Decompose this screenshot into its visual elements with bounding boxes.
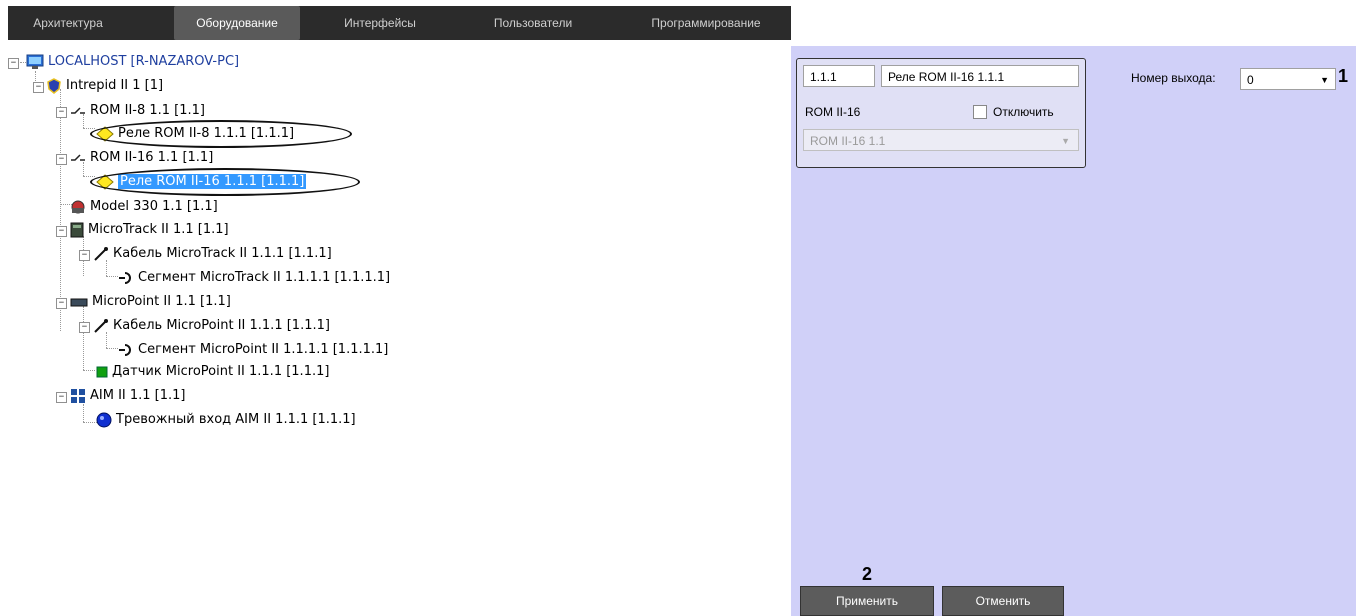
highlight-oval <box>90 168 360 196</box>
tree-node-localhost[interactable]: LOCALHOST [R-NAZAROV-PC] <box>26 52 239 72</box>
highlight-oval <box>90 120 352 148</box>
grid-module-icon <box>71 388 85 403</box>
collapse-toggle[interactable]: − <box>79 250 90 261</box>
callout-marker-2: 2 <box>862 564 873 584</box>
apply-button[interactable]: Применить <box>800 586 934 616</box>
tree-node-label: Сегмент MicroPoint II 1.1.1.1 [1.1.1.1] <box>138 342 389 357</box>
tree-node-label: Кабель MicroTrack II 1.1.1 [1.1.1] <box>113 246 332 261</box>
tree-line <box>106 276 118 277</box>
collapse-toggle[interactable]: − <box>56 392 67 403</box>
tree-line <box>83 128 95 129</box>
collapse-toggle[interactable]: − <box>79 322 90 333</box>
tree-line <box>83 422 97 423</box>
collapse-toggle[interactable]: − <box>56 107 67 118</box>
model330-icon <box>71 200 85 213</box>
tree-node-mt-segment[interactable]: Сегмент MicroTrack II 1.1.1.1 [1.1.1.1] <box>118 268 390 288</box>
tree-node-label: Тревожный вход AIM II 1.1.1 [1.1.1] <box>116 412 356 427</box>
tab-equipment[interactable]: Оборудование <box>174 6 300 40</box>
tab-programming[interactable]: Программирование <box>636 6 776 40</box>
tab-interfaces[interactable]: Интерфейсы <box>330 6 430 40</box>
collapse-toggle[interactable]: − <box>56 226 67 237</box>
collapse-toggle[interactable]: − <box>33 82 44 93</box>
tree-node-aim-input[interactable]: Тревожный вход AIM II 1.1.1 [1.1.1] <box>96 410 356 430</box>
output-number-label: Номер выхода: <box>1131 71 1216 85</box>
chevron-down-icon: ▼ <box>1061 136 1070 146</box>
tree-node-intrepid[interactable]: Intrepid II 1 [1] <box>46 76 163 96</box>
callout-marker-1: 1 <box>1338 66 1349 86</box>
tree-node-label: Датчик MicroPoint II 1.1.1 [1.1.1] <box>112 364 330 379</box>
type-label: ROM II-16 <box>805 105 861 119</box>
output-number-value: 0 <box>1247 73 1254 87</box>
tree-node-label: Model 330 1.1 [1.1] <box>90 199 218 214</box>
main-tabs: Архитектура Оборудование Интерфейсы Поль… <box>8 6 791 40</box>
tree-node-microtrack[interactable]: MicroTrack II 1.1 [1.1] <box>70 220 229 240</box>
collapse-toggle[interactable]: − <box>56 154 67 165</box>
computer-icon <box>26 54 44 69</box>
tree-line <box>83 404 84 422</box>
alarm-input-icon <box>96 412 112 427</box>
tree-node-label: LOCALHOST [R-NAZAROV-PC] <box>48 54 240 69</box>
disable-label: Отключить <box>993 105 1054 119</box>
tree-node-mt-cable[interactable]: Кабель MicroTrack II 1.1.1 [1.1.1] <box>93 244 332 264</box>
segment-icon <box>119 343 131 356</box>
tree-node-aim[interactable]: AIM II 1.1 [1.1] <box>70 386 186 406</box>
tree-node-model330[interactable]: Model 330 1.1 [1.1] <box>70 197 218 217</box>
device-box-icon <box>70 298 88 306</box>
collapse-toggle[interactable]: − <box>8 58 19 69</box>
tree-line <box>83 370 95 371</box>
chevron-down-icon: ▼ <box>1320 75 1329 85</box>
sensor-square-icon <box>96 366 108 377</box>
tab-architecture[interactable]: Архитектура <box>8 6 128 40</box>
tree-node-mp-sensor[interactable]: Датчик MicroPoint II 1.1.1 [1.1.1] <box>96 362 329 382</box>
name-field[interactable]: Реле ROM II-16 1.1.1 <box>881 65 1079 87</box>
device-box-icon <box>70 222 84 237</box>
tree-node-label: Кабель MicroPoint II 1.1.1 [1.1.1] <box>113 318 330 333</box>
tab-users[interactable]: Пользователи <box>478 6 588 40</box>
id-field[interactable]: 1.1.1 <box>803 65 875 87</box>
cancel-button[interactable]: Отменить <box>942 586 1064 616</box>
tree-node-rom16[interactable]: ROM II-16 1.1 [1.1] <box>70 148 213 168</box>
parent-select[interactable]: ROM II-16 1.1 ▼ <box>803 129 1079 151</box>
tree-node-label: Сегмент MicroTrack II 1.1.1.1 [1.1.1.1] <box>138 270 391 285</box>
cable-icon <box>94 318 108 333</box>
disable-checkbox[interactable] <box>973 105 987 119</box>
relay-module-icon <box>71 153 85 161</box>
collapse-toggle[interactable]: − <box>56 298 67 309</box>
tree-node-label: MicroTrack II 1.1 [1.1] <box>88 222 229 237</box>
output-number-select[interactable]: 0 ▼ <box>1240 68 1336 90</box>
tree-node-label: Intrepid II 1 [1] <box>66 78 164 93</box>
tree-node-label: ROM II-16 1.1 [1.1] <box>90 150 214 165</box>
tree-node-label: ROM II-8 1.1 [1.1] <box>90 103 206 118</box>
tree-line <box>83 176 95 177</box>
tree-node-micropoint[interactable]: MicroPoint II 1.1 [1.1] <box>70 292 231 312</box>
segment-icon <box>119 271 131 284</box>
cable-icon <box>94 246 108 261</box>
tree-node-rom8[interactable]: ROM II-8 1.1 [1.1] <box>70 101 205 121</box>
parent-select-value: ROM II-16 1.1 <box>810 134 886 148</box>
tree-node-mp-cable[interactable]: Кабель MicroPoint II 1.1.1 [1.1.1] <box>93 316 330 336</box>
tree-node-mp-segment[interactable]: Сегмент MicroPoint II 1.1.1.1 [1.1.1.1] <box>118 340 388 360</box>
shield-icon <box>47 77 61 94</box>
tree-node-label: MicroPoint II 1.1 [1.1] <box>92 294 231 309</box>
object-card: 1.1.1 Реле ROM II-16 1.1.1 ROM II-16 Отк… <box>796 58 1086 168</box>
tree-line <box>60 89 61 331</box>
tree-line <box>83 306 84 370</box>
hardware-tree: − LOCALHOST [R-NAZAROV-PC] − Intrepid II… <box>8 52 768 452</box>
tree-line <box>106 348 118 349</box>
relay-module-icon <box>71 106 85 114</box>
tree-node-label: AIM II 1.1 [1.1] <box>90 388 186 403</box>
